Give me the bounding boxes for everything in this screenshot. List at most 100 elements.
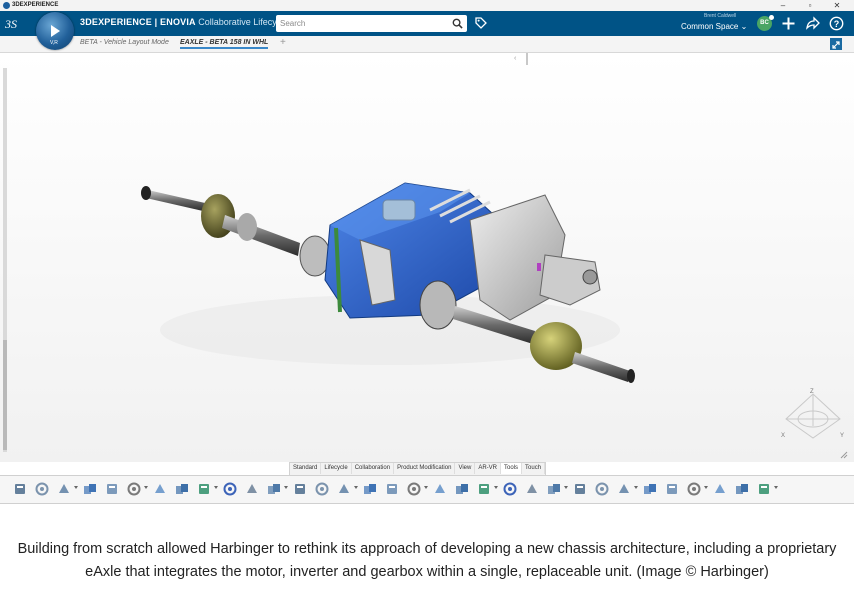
- inverter-box: [382, 199, 416, 221]
- spin-icon[interactable]: [712, 481, 728, 497]
- search-input[interactable]: [280, 16, 445, 30]
- zoom-icon[interactable]: [104, 481, 120, 497]
- eaxle-3d-model[interactable]: [0, 53, 854, 462]
- action-tab-collaboration[interactable]: Collaboration: [352, 463, 395, 474]
- window-title-bar: 3DEXPERIENCE – ▫ ✕: [0, 0, 854, 11]
- z-axis-label: Z: [810, 389, 814, 395]
- chevron-down-icon[interactable]: [144, 486, 148, 489]
- avatar-initials: BC: [760, 20, 769, 26]
- pen-icon[interactable]: [642, 481, 658, 497]
- close-button[interactable]: ✕: [824, 0, 850, 11]
- sphere-icon[interactable]: [524, 481, 540, 497]
- chevron-down-icon[interactable]: [564, 486, 568, 489]
- paint-icon[interactable]: [686, 481, 702, 497]
- chevron-down-icon: ⌄: [740, 22, 748, 31]
- tag-icon[interactable]: [474, 16, 488, 30]
- chevron-down-icon[interactable]: [284, 486, 288, 489]
- tab-vehicle-layout[interactable]: BETA - Vehicle Layout Mode: [80, 39, 169, 46]
- left-shaft-end: [146, 190, 205, 211]
- insert-icon[interactable]: [152, 481, 168, 497]
- 3d-compass-icon[interactable]: Z X Y: [778, 386, 848, 446]
- share-icon[interactable]: [805, 16, 820, 31]
- section-icon[interactable]: [406, 481, 422, 497]
- material-icon[interactable]: [616, 481, 632, 497]
- chevron-down-icon[interactable]: [424, 486, 428, 489]
- add-tab-button[interactable]: +: [280, 37, 286, 48]
- right-shaft-end: [572, 352, 630, 382]
- compass-label: V,R: [50, 40, 58, 46]
- settings-icon[interactable]: [292, 481, 308, 497]
- right-flange: [419, 280, 457, 330]
- measure-icon[interactable]: [384, 481, 400, 497]
- left-shaft-cap: [141, 186, 151, 200]
- undo-icon[interactable]: [82, 481, 98, 497]
- brand-prefix: 3DEXPERIENCE | ENOVIA: [80, 17, 196, 27]
- chevron-down-icon[interactable]: [634, 486, 638, 489]
- space-selector[interactable]: Common Space ⌄: [681, 22, 747, 31]
- render-icon[interactable]: [502, 481, 518, 497]
- x-axis-label: X: [781, 433, 785, 439]
- left-halfshaft: [222, 215, 300, 256]
- play-icon: [51, 25, 60, 37]
- top-bar: 3S 3DEXPERIENCE | ENOVIA Collaborative L…: [0, 11, 854, 36]
- cube-icon[interactable]: [336, 481, 352, 497]
- action-tab-view[interactable]: View: [455, 463, 476, 474]
- export-icon[interactable]: [756, 481, 772, 497]
- right-shaft-cap: [627, 369, 635, 383]
- paste-icon[interactable]: [56, 481, 72, 497]
- share-icon[interactable]: [734, 481, 750, 497]
- action-tab-product-modification[interactable]: Product Modification: [394, 463, 456, 474]
- formula-icon[interactable]: [432, 481, 448, 497]
- chevron-down-icon[interactable]: [774, 486, 778, 489]
- action-tab-ar-vr[interactable]: AR-VR: [475, 463, 502, 474]
- brand-app: Collaborative Lifecycle: [198, 17, 289, 27]
- grid-icon[interactable]: [476, 481, 492, 497]
- action-toolbar: [0, 475, 854, 504]
- image-caption: Building from scratch allowed Harbinger …: [17, 541, 837, 580]
- chevron-down-icon[interactable]: [74, 486, 78, 489]
- 3d-viewport[interactable]: Z X Y: [0, 53, 854, 462]
- refresh-icon[interactable]: [362, 481, 378, 497]
- tree-icon[interactable]: [266, 481, 282, 497]
- left-boot: [237, 213, 257, 241]
- mesh-icon[interactable]: [546, 481, 562, 497]
- scrollbar-thumb[interactable]: [3, 340, 7, 450]
- wand-icon[interactable]: [454, 481, 470, 497]
- chevron-down-icon[interactable]: [494, 486, 498, 489]
- gauge-icon[interactable]: [572, 481, 588, 497]
- table-icon[interactable]: [174, 481, 190, 497]
- action-tab-tools[interactable]: Tools: [501, 463, 523, 474]
- search-box[interactable]: [276, 15, 467, 32]
- ds-logo-icon[interactable]: 3S: [5, 15, 27, 32]
- action-bar-tabs: Standard Lifecycle Collaboration Product Mo…: [289, 462, 547, 475]
- action-tab-standard[interactable]: Standard: [290, 463, 322, 474]
- notification-badge: [769, 15, 774, 20]
- action-tab-touch[interactable]: Touch: [522, 463, 546, 474]
- compass-widget[interactable]: V,R: [36, 12, 74, 50]
- chevron-down-icon[interactable]: [214, 486, 218, 489]
- avatar[interactable]: BC: [757, 15, 774, 31]
- panel-icon[interactable]: [594, 481, 610, 497]
- search-icon[interactable]: [452, 18, 463, 29]
- tab-eaxle[interactable]: EAXLE - BETA 158 IN WHL: [180, 39, 269, 49]
- add-icon[interactable]: [781, 16, 796, 31]
- tab-bar: BETA - Vehicle Layout Mode EAXLE - BETA …: [0, 36, 854, 53]
- star-icon[interactable]: [222, 481, 238, 497]
- help-icon[interactable]: ?: [829, 16, 844, 31]
- collapse-panel-button[interactable]: ‹: [514, 55, 516, 62]
- vehicle-icon[interactable]: [126, 481, 142, 497]
- list-icon[interactable]: [244, 481, 260, 497]
- minimize-button[interactable]: –: [770, 0, 796, 11]
- action-tab-lifecycle[interactable]: Lifecycle: [321, 463, 352, 474]
- panel-splitter[interactable]: [526, 53, 528, 65]
- fullscreen-icon[interactable]: [830, 38, 842, 50]
- resize-grip-icon[interactable]: [838, 449, 848, 459]
- chevron-down-icon[interactable]: [354, 486, 358, 489]
- maximize-button[interactable]: ▫: [797, 0, 823, 11]
- catalog-icon[interactable]: [196, 481, 212, 497]
- chevron-down-icon[interactable]: [704, 486, 708, 489]
- copy-icon[interactable]: [34, 481, 50, 497]
- eraser-icon[interactable]: [664, 481, 680, 497]
- flip-icon[interactable]: [314, 481, 330, 497]
- scissors-icon[interactable]: [12, 481, 28, 497]
